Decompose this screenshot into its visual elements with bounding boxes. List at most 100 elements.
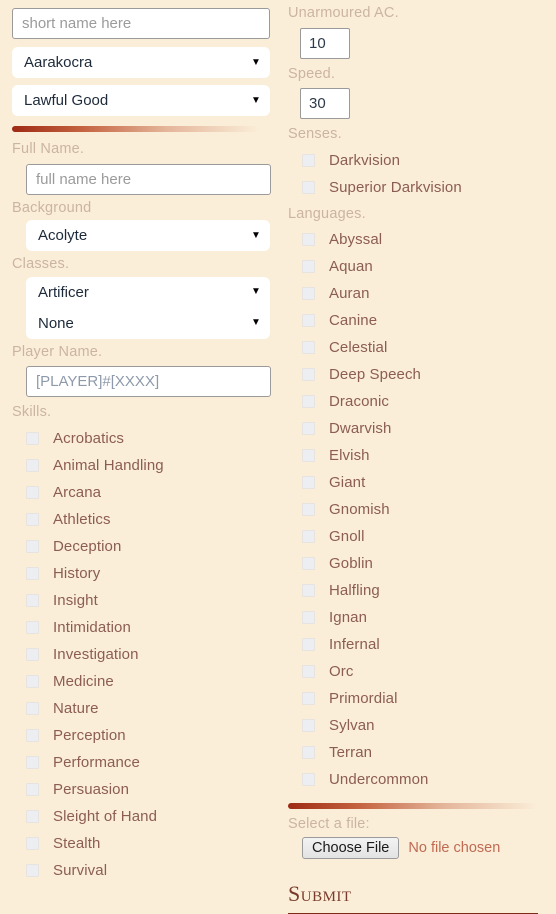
checkbox-icon[interactable] <box>302 314 315 328</box>
checkbox-icon[interactable] <box>302 449 315 463</box>
language-row[interactable]: Abyssal <box>302 226 546 253</box>
checkbox-icon[interactable] <box>26 647 39 661</box>
checkbox-icon[interactable] <box>26 782 39 796</box>
language-row[interactable]: Elvish <box>302 442 546 469</box>
skill-row[interactable]: Nature <box>26 695 270 722</box>
primary-class-select[interactable]: Artificer ▼ <box>26 276 270 308</box>
language-label: Draconic <box>329 393 389 411</box>
checkbox-icon[interactable] <box>302 233 315 247</box>
checkbox-icon[interactable] <box>302 422 315 436</box>
skill-row[interactable]: Medicine <box>26 668 270 695</box>
checkbox-icon[interactable] <box>26 728 39 742</box>
checkbox-icon[interactable] <box>26 755 39 769</box>
full-name-input[interactable] <box>26 163 271 195</box>
unarmoured-ac-input[interactable] <box>300 27 350 59</box>
language-label: Terran <box>329 744 373 762</box>
checkbox-icon[interactable] <box>302 287 315 301</box>
skill-row[interactable]: Perception <box>26 722 270 749</box>
checkbox-icon[interactable] <box>302 665 315 679</box>
skill-row[interactable]: Insight <box>26 587 270 614</box>
language-row[interactable]: Terran <box>302 739 546 766</box>
speed-input[interactable] <box>300 88 350 120</box>
skill-row[interactable]: Persuasion <box>26 776 270 803</box>
language-row[interactable]: Halfling <box>302 577 546 604</box>
checkbox-icon[interactable] <box>302 557 315 571</box>
language-row[interactable]: Orc <box>302 658 546 685</box>
race-select[interactable]: Aarakocra ▼ <box>12 47 270 78</box>
language-row[interactable]: Dwarvish <box>302 415 546 442</box>
checkbox-icon[interactable] <box>26 539 39 553</box>
language-row[interactable]: Gnomish <box>302 496 546 523</box>
speed-label: Speed. <box>288 65 336 82</box>
checkbox-icon[interactable] <box>302 611 315 625</box>
language-label: Infernal <box>329 636 380 654</box>
skill-row[interactable]: Stealth <box>26 830 270 857</box>
sense-row[interactable]: Darkvision <box>302 147 546 174</box>
skill-row[interactable]: Animal Handling <box>26 452 270 479</box>
language-row[interactable]: Primordial <box>302 685 546 712</box>
language-row[interactable]: Deep Speech <box>302 361 546 388</box>
skill-row[interactable]: History <box>26 560 270 587</box>
language-row[interactable]: Giant <box>302 469 546 496</box>
skill-row[interactable]: Performance <box>26 749 270 776</box>
checkbox-icon[interactable] <box>26 809 39 823</box>
file-input-row[interactable]: Choose File No file chosen <box>302 836 546 859</box>
checkbox-icon[interactable] <box>302 341 315 355</box>
skill-row[interactable]: Acrobatics <box>26 425 270 452</box>
checkbox-icon[interactable] <box>302 719 315 733</box>
checkbox-icon[interactable] <box>302 638 315 652</box>
language-row[interactable]: Canine <box>302 307 546 334</box>
checkbox-icon[interactable] <box>302 584 315 598</box>
checkbox-icon[interactable] <box>302 692 315 706</box>
language-row[interactable]: Infernal <box>302 631 546 658</box>
language-row[interactable]: Sylvan <box>302 712 546 739</box>
sense-row[interactable]: Superior Darkvision <box>302 174 546 201</box>
checkbox-icon[interactable] <box>26 431 39 445</box>
skill-row[interactable]: Athletics <box>26 506 270 533</box>
skill-row[interactable]: Survival <box>26 857 270 884</box>
skill-row[interactable]: Investigation <box>26 641 270 668</box>
skill-label: Athletics <box>53 510 111 528</box>
language-row[interactable]: Goblin <box>302 550 546 577</box>
checkbox-icon[interactable] <box>26 836 39 850</box>
choose-file-button[interactable]: Choose File <box>302 836 400 859</box>
language-row[interactable]: Celestial <box>302 334 546 361</box>
skill-row[interactable]: Deception <box>26 533 270 560</box>
language-row[interactable]: Aquan <box>302 253 546 280</box>
short-name-input[interactable] <box>12 8 270 39</box>
language-label: Primordial <box>329 690 398 708</box>
checkbox-icon[interactable] <box>26 674 39 688</box>
language-row[interactable]: Ignan <box>302 604 546 631</box>
checkbox-icon[interactable] <box>302 476 315 490</box>
checkbox-icon[interactable] <box>302 773 315 787</box>
player-name-input[interactable] <box>26 366 271 398</box>
checkbox-icon[interactable] <box>26 701 39 715</box>
language-row[interactable]: Auran <box>302 280 546 307</box>
checkbox-icon[interactable] <box>302 746 315 760</box>
checkbox-icon[interactable] <box>26 566 39 580</box>
alignment-select[interactable]: Lawful Good ▼ <box>12 85 270 116</box>
checkbox-icon[interactable] <box>302 530 315 544</box>
checkbox-icon[interactable] <box>302 503 315 517</box>
checkbox-icon[interactable] <box>26 512 39 526</box>
checkbox-icon[interactable] <box>26 458 39 472</box>
language-row[interactable]: Draconic <box>302 388 546 415</box>
language-row[interactable]: Undercommon <box>302 766 546 793</box>
checkbox-icon[interactable] <box>302 260 315 274</box>
skill-label: Survival <box>53 861 108 879</box>
background-select[interactable]: Acolyte ▼ <box>26 220 270 252</box>
checkbox-icon[interactable] <box>302 368 315 382</box>
skill-row[interactable]: Arcana <box>26 479 270 506</box>
checkbox-icon[interactable] <box>26 593 39 607</box>
checkbox-icon[interactable] <box>302 180 315 194</box>
secondary-class-select[interactable]: None ▼ <box>26 307 270 339</box>
language-row[interactable]: Gnoll <box>302 523 546 550</box>
checkbox-icon[interactable] <box>26 485 39 499</box>
checkbox-icon[interactable] <box>302 153 315 167</box>
skill-row[interactable]: Intimidation <box>26 614 270 641</box>
checkbox-icon[interactable] <box>302 395 315 409</box>
checkbox-icon[interactable] <box>26 863 39 877</box>
checkbox-icon[interactable] <box>26 620 39 634</box>
skill-row[interactable]: Sleight of Hand <box>26 803 270 830</box>
skill-label: Animal Handling <box>53 456 164 474</box>
